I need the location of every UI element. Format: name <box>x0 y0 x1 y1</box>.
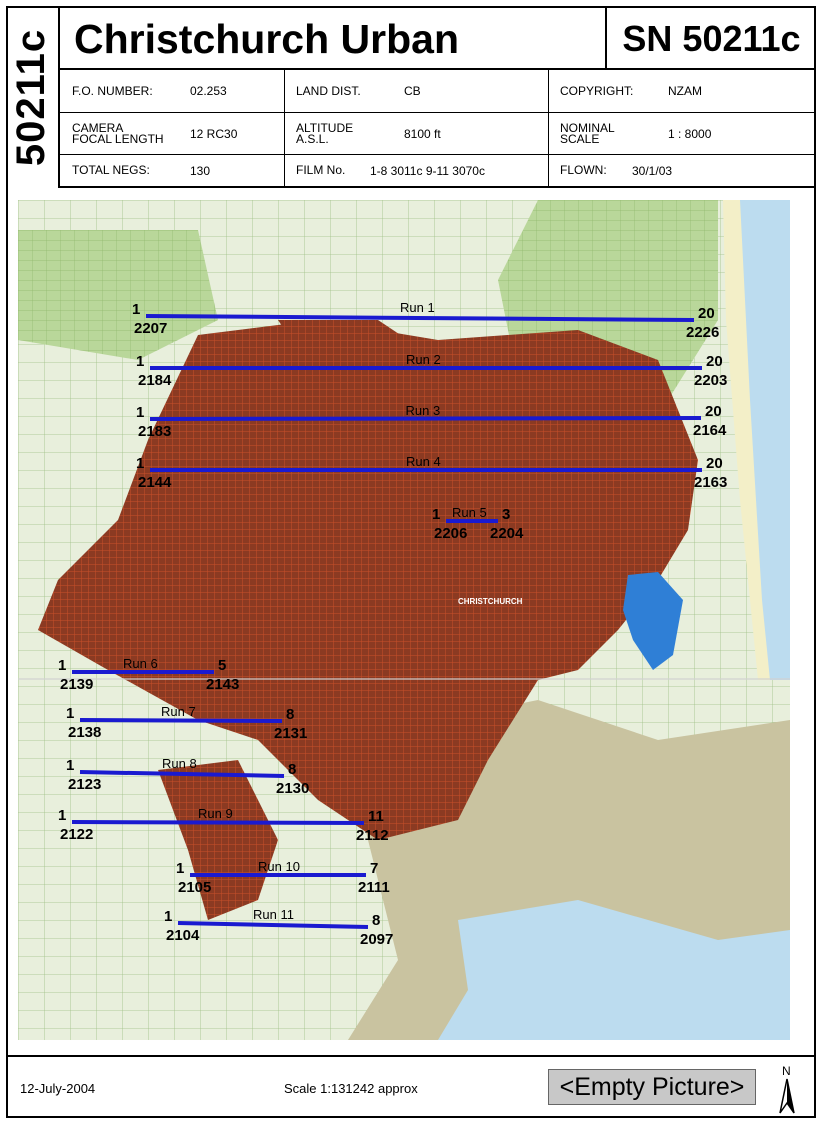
run-end-neg: 2163 <box>694 474 727 491</box>
flight-plan-map: CHRISTCHURCH Run 1 1 2207 20 2226 Run 2 1 2184 2… <box>18 200 790 1040</box>
run-start-neg: 2123 <box>68 776 101 793</box>
run-end-neg: 2131 <box>274 725 307 742</box>
copyright-label: COPYRIGHT: <box>560 83 634 98</box>
run-end-neg: 2203 <box>694 372 727 389</box>
run-end-frame: 8 <box>286 706 294 723</box>
run-start-frame: 1 <box>132 301 140 318</box>
run-end-neg: 2143 <box>206 676 239 693</box>
land-dist-label: LAND DIST. <box>296 83 361 98</box>
run-start-frame: 1 <box>164 908 172 925</box>
run-label: Run 10 <box>258 859 300 874</box>
run-start-neg: 2104 <box>166 927 200 944</box>
flight-run-line <box>79 718 283 723</box>
run-start-frame: 1 <box>136 455 144 472</box>
north-arrow-icon: N <box>779 1064 795 1114</box>
run-label: Run 4 <box>406 454 441 469</box>
run-label: Run 5 <box>452 505 487 520</box>
run-end-neg: 2164 <box>693 422 727 439</box>
run-start-frame: 1 <box>58 807 66 824</box>
camera-value: 12 RC30 <box>190 127 238 141</box>
approx-scale: Scale 1:131242 approx <box>284 1081 418 1096</box>
flown-label: FLOWN: <box>560 163 607 177</box>
survey-number: SN 50211c <box>605 6 816 70</box>
north-label: N <box>782 1064 791 1078</box>
map-canvas: CHRISTCHURCH Run 112207202226Run 2121842… <box>18 200 790 1040</box>
run-start-neg: 2207 <box>134 320 167 337</box>
run-start-frame: 1 <box>66 705 74 722</box>
nominal-scale-value: 1 : 8000 <box>668 127 712 141</box>
run-start-frame: 1 <box>432 506 440 523</box>
run-end-neg: 2130 <box>276 780 309 797</box>
sheet-title: Christchurch Urban <box>60 6 605 70</box>
run-label: Run 7 <box>161 704 196 719</box>
nominal-scale-label: NOMINAL SCALE <box>560 120 615 146</box>
info-row-2: CAMERA FOCAL LENGTH 12 RC30 ALTITUDE A.S.L.… <box>60 113 816 155</box>
flight-run-line <box>149 416 702 421</box>
run-start-frame: 1 <box>176 860 184 877</box>
city-label: CHRISTCHURCH <box>458 597 523 606</box>
run-start-frame: 1 <box>58 657 66 674</box>
info-row-3: TOTAL NEGS: 130 FILM No. 1-8 3011c 9-11 30… <box>60 155 816 188</box>
run-label: Run 6 <box>123 656 158 671</box>
run-start-neg: 2144 <box>138 474 172 491</box>
run-start-frame: 1 <box>66 757 74 774</box>
run-label: Run 8 <box>162 756 197 771</box>
run-end-neg: 2097 <box>360 931 393 948</box>
run-end-neg: 2204 <box>490 525 524 542</box>
run-start-frame: 1 <box>136 353 144 370</box>
run-end-frame: 20 <box>706 353 723 370</box>
flown-value: 30/1/03 <box>632 163 673 178</box>
run-end-frame: 20 <box>698 305 715 322</box>
run-end-frame: 8 <box>288 761 296 778</box>
altitude-label: ALTITUDE A.S.L. <box>296 120 354 146</box>
run-end-frame: 5 <box>218 657 226 674</box>
copyright-value: NZAM <box>668 84 702 98</box>
run-start-neg: 2139 <box>60 676 93 693</box>
run-label: Run 2 <box>406 352 441 367</box>
run-label: Run 1 <box>400 300 435 315</box>
run-start-frame: 1 <box>136 404 144 421</box>
run-start-neg: 2184 <box>138 372 172 389</box>
camera-label: CAMERA FOCAL LENGTH <box>72 120 164 146</box>
run-end-neg: 2112 <box>356 827 389 844</box>
fo-number-value: 02.253 <box>190 84 227 98</box>
photo-join-line <box>18 678 790 680</box>
run-label: Run 11 <box>253 907 294 922</box>
run-label: Run 9 <box>198 806 233 821</box>
flight-run-line <box>71 820 365 825</box>
run-start-neg: 2206 <box>434 525 467 542</box>
run-end-frame: 11 <box>368 808 384 825</box>
run-start-neg: 2122 <box>60 826 93 843</box>
run-label: Run 3 <box>406 403 441 418</box>
run-end-frame: 20 <box>705 403 722 420</box>
run-end-frame: 3 <box>502 506 510 523</box>
footer: 12-July-2004 Scale 1:131242 approx <Empt… <box>6 1055 816 1118</box>
altitude-value: 8100 ft <box>404 127 441 141</box>
film-value: 1-8 3011c 9-11 3070c <box>370 163 485 178</box>
empty-picture-placeholder: <Empty Picture> <box>548 1069 756 1105</box>
run-end-frame: 8 <box>372 912 380 929</box>
print-date: 12-July-2004 <box>20 1081 96 1096</box>
land-dist-value: CB <box>404 84 421 98</box>
run-end-frame: 20 <box>706 455 723 472</box>
info-row-1: F.O. NUMBER: 02.253 LAND DIST. CB COPYRIGH… <box>60 70 816 113</box>
fo-number-label: F.O. NUMBER: <box>72 83 153 98</box>
run-end-frame: 7 <box>370 860 378 877</box>
film-label: FILM No. <box>296 163 346 177</box>
vertical-sheet-code: 50211c <box>6 6 60 188</box>
run-end-neg: 2111 <box>358 879 390 896</box>
run-start-neg: 2105 <box>178 879 211 896</box>
run-end-neg: 2226 <box>686 324 719 341</box>
run-start-neg: 2183 <box>138 423 171 440</box>
total-negs-label: TOTAL NEGS: <box>72 163 150 177</box>
total-negs-value: 130 <box>190 163 211 178</box>
run-start-neg: 2138 <box>68 724 101 741</box>
